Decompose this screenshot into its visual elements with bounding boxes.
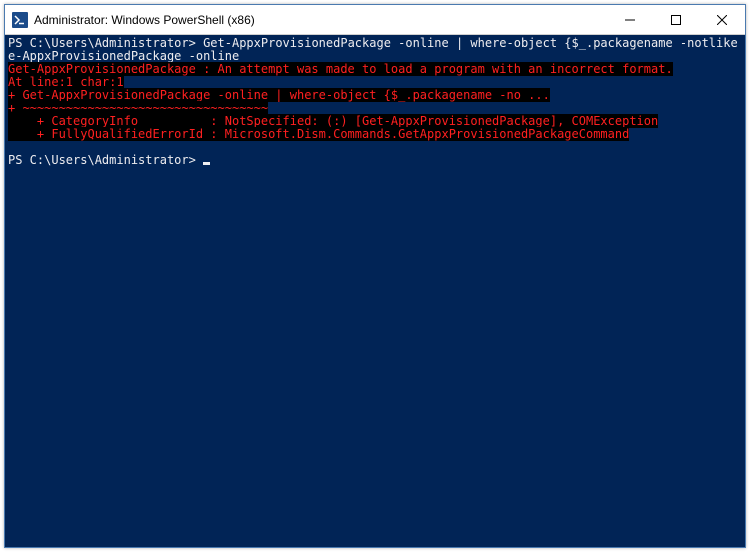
command-continuation: e-AppxProvisionedPackage -online [8,49,239,63]
error-line: Get-AppxProvisionedPackage : An attempt … [8,62,673,76]
minimize-button[interactable] [607,5,653,34]
window-title: Administrator: Windows PowerShell (x86) [34,13,607,27]
terminal-output[interactable]: PS C:\Users\Administrator> Get-AppxProvi… [5,35,745,547]
close-button[interactable] [699,5,745,34]
prompt-line: PS C:\Users\Administrator> [8,153,203,167]
powershell-window: Administrator: Windows PowerShell (x86) … [4,4,746,548]
titlebar[interactable]: Administrator: Windows PowerShell (x86) [5,5,745,35]
cursor [203,162,210,165]
window-controls [607,5,745,34]
powershell-icon [12,12,28,28]
error-line: At line:1 char:1 [8,75,124,89]
error-line: + FullyQualifiedErrorId : Microsoft.Dism… [8,127,629,141]
error-line: + CategoryInfo : NotSpecified: (:) [Get-… [8,114,658,128]
maximize-button[interactable] [653,5,699,34]
blank-line [8,140,15,154]
error-line: + ~~~~~~~~~~~~~~~~~~~~~~~~~~~~~~~~~~ [8,101,268,115]
prompt-line: PS C:\Users\Administrator> Get-AppxProvi… [8,36,745,50]
error-line: + Get-AppxProvisionedPackage -online | w… [8,88,550,102]
